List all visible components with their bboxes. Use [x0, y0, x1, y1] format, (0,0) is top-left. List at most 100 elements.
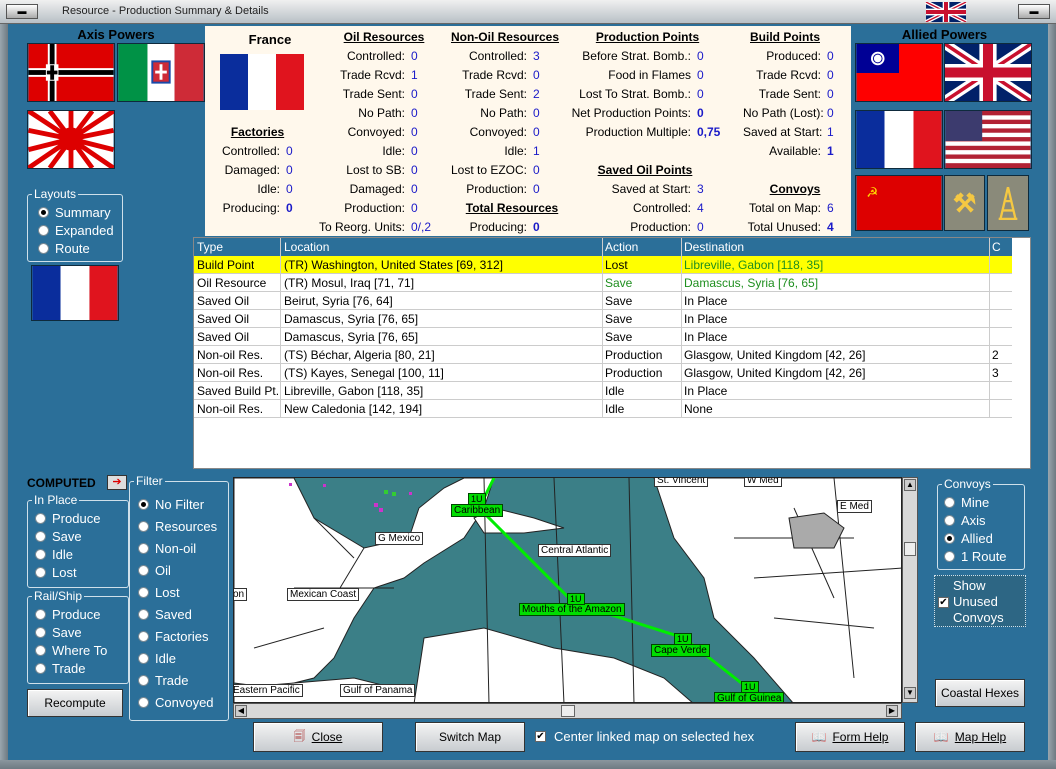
- filter-convoyed-radio[interactable]: Convoyed: [138, 695, 214, 710]
- scroll-right-icon[interactable]: ▶: [886, 705, 898, 717]
- map-region-label[interactable]: W Med: [744, 478, 782, 487]
- horizontal-scroll-thumb[interactable]: [561, 705, 575, 717]
- map-horizontal-scrollbar[interactable]: ◀ ▶: [233, 703, 902, 719]
- convoys-allied-radio[interactable]: Allied: [944, 531, 993, 546]
- inplace-produce-radio[interactable]: Produce: [35, 511, 100, 526]
- filter-non-oil-radio[interactable]: Non-oil: [138, 541, 196, 556]
- nonoil-row: No Path: 0: [435, 106, 539, 120]
- scroll-left-icon[interactable]: ◀: [235, 705, 247, 717]
- filter-no-filter-radio[interactable]: No Filter: [138, 497, 204, 512]
- arrow-right-icon[interactable]: ➔: [107, 475, 127, 490]
- map-region-label[interactable]: Gulf of Panama: [340, 684, 416, 697]
- stat-value: 0: [697, 49, 704, 63]
- table-row[interactable]: Non-oil Res. New Caledonia [142, 194] Idle…: [194, 400, 1012, 418]
- stat-label: Before Strat. Bomb.:: [582, 49, 691, 63]
- china-flag[interactable]: [855, 43, 943, 102]
- filter-lost-radio[interactable]: Lost: [138, 585, 180, 600]
- convoy-unit-badge[interactable]: 1U: [567, 593, 585, 605]
- table-row[interactable]: Saved Oil Beirut, Syria [76, 64] Save In Pl…: [194, 292, 1012, 310]
- col-location[interactable]: Location: [284, 240, 329, 254]
- table-row[interactable]: Saved Build Pt. Libreville, Gabon [118, 3…: [194, 382, 1012, 400]
- mining-icon[interactable]: ⚒: [944, 175, 985, 231]
- col-destination[interactable]: Destination: [684, 240, 744, 254]
- italy-flag[interactable]: [117, 43, 205, 102]
- table-row[interactable]: Build Point (TR) Washington, United State…: [194, 256, 1012, 274]
- usa-flag[interactable]: [944, 110, 1032, 169]
- stat-value: 0: [827, 49, 834, 63]
- map-region-label[interactable]: Mexican Coast: [287, 588, 360, 601]
- table-row[interactable]: Saved Oil Damascus, Syria [76, 65] Save In …: [194, 310, 1012, 328]
- map-region-label[interactable]: St. Vincent: [654, 478, 709, 487]
- switch-map-button[interactable]: Switch Map: [415, 722, 525, 752]
- recompute-button[interactable]: Recompute: [27, 689, 123, 717]
- form-help-button[interactable]: 📖 Form Help: [795, 722, 905, 752]
- table-row[interactable]: Oil Resource (TR) Mosul, Iraq [71, 71] Sav…: [194, 274, 1012, 292]
- pp-section-title: Production Points: [595, 30, 700, 44]
- col-action[interactable]: Action: [605, 240, 638, 254]
- free-france-flag[interactable]: [855, 110, 943, 169]
- selected-country-flag[interactable]: [31, 265, 119, 321]
- table-cell: Production: [605, 366, 663, 380]
- window-control-button[interactable]: ▬: [1018, 4, 1050, 19]
- map-vertical-scrollbar[interactable]: ▲ ▼: [902, 477, 918, 703]
- in-place-title: In Place: [32, 493, 80, 507]
- scroll-down-icon[interactable]: ▼: [904, 687, 916, 699]
- col-c[interactable]: C: [992, 240, 1001, 254]
- world-map[interactable]: St. Vincent W Med E Med G Mexico Central Atl…: [233, 477, 902, 703]
- coastal-hexes-button[interactable]: Coastal Hexes: [935, 679, 1025, 707]
- inplace-idle-radio[interactable]: Idle: [35, 547, 73, 562]
- title-bar[interactable]: ▬ Resource - Production Summary & Detail…: [0, 0, 1056, 24]
- filter-trade-radio[interactable]: Trade: [138, 673, 188, 688]
- convoys-axis-radio[interactable]: Axis: [944, 513, 986, 528]
- ussr-flag[interactable]: ☭: [855, 175, 943, 231]
- railship-save-radio[interactable]: Save: [35, 625, 82, 640]
- layout-expanded-radio[interactable]: Expanded: [38, 223, 114, 238]
- map-region-label[interactable]: G Mexico: [375, 532, 424, 545]
- railship-where-to-radio[interactable]: Where To: [35, 643, 107, 658]
- table-row[interactable]: Non-oil Res. (TS) Kayes, Senegal [100, 11…: [194, 364, 1012, 382]
- sea-area-label[interactable]: Cape Verde: [651, 644, 710, 657]
- convoys-mine-radio[interactable]: Mine: [944, 495, 989, 510]
- inplace-lost-radio[interactable]: Lost: [35, 565, 77, 580]
- center-linked-checkbox[interactable]: ✔: [535, 731, 546, 742]
- railship-produce-radio[interactable]: Produce: [35, 607, 100, 622]
- convoy-unit-badge[interactable]: 1U: [741, 681, 759, 693]
- scroll-up-icon[interactable]: ▲: [904, 479, 916, 491]
- close-button[interactable]: 🗐 Close: [253, 722, 383, 752]
- inplace-save-radio[interactable]: Save: [35, 529, 82, 544]
- help-book-icon: 📖: [811, 730, 827, 744]
- stat-label: Controlled:: [632, 201, 691, 215]
- layout-route-radio[interactable]: Route: [38, 241, 90, 256]
- table-row[interactable]: Saved Oil Damascus, Syria [76, 65] Save In …: [194, 328, 1012, 346]
- layout-summary-radio[interactable]: Summary: [38, 205, 111, 220]
- filter-oil-radio[interactable]: Oil: [138, 563, 171, 578]
- show-unused-convoys-toggle[interactable]: ✔ Show Unused Convoys: [934, 575, 1026, 627]
- sea-area-label[interactable]: Gulf of Guinea: [714, 692, 785, 702]
- map-region-label[interactable]: Eastern Pacific: [234, 684, 303, 697]
- map-region-label[interactable]: E Med: [837, 500, 872, 513]
- convoy-unit-badge[interactable]: 1U: [468, 493, 486, 505]
- railship-trade-radio[interactable]: Trade: [35, 661, 85, 676]
- map-region-label[interactable]: on: [234, 588, 248, 601]
- table-row[interactable]: Non-oil Res. (TS) Béchar, Algeria [80, 21…: [194, 346, 1012, 364]
- sea-area-label[interactable]: Caribbean: [451, 504, 504, 517]
- convoy-unit-badge[interactable]: 1U: [674, 633, 692, 645]
- uk-flag[interactable]: [944, 43, 1032, 102]
- col-type[interactable]: Type: [197, 240, 223, 254]
- japan-flag[interactable]: [27, 110, 115, 169]
- filter-saved-radio[interactable]: Saved: [138, 607, 192, 622]
- germany-flag[interactable]: [27, 43, 115, 102]
- system-menu-button[interactable]: ▬: [6, 4, 38, 19]
- oil-derrick-icon[interactable]: [987, 175, 1029, 231]
- filter-resources-radio[interactable]: Resources: [138, 519, 217, 534]
- filter-factories-radio[interactable]: Factories: [138, 629, 208, 644]
- map-region-label[interactable]: Central Atlantic: [538, 544, 612, 557]
- filter-idle-radio[interactable]: Idle: [138, 651, 176, 666]
- stat-value: 0: [286, 163, 293, 177]
- radio-label: Axis: [961, 513, 986, 528]
- stat-value: 0: [411, 163, 418, 177]
- uk-flag-title-icon: [924, 2, 968, 22]
- convoys-1-route-radio[interactable]: 1 Route: [944, 549, 1007, 564]
- map-help-button[interactable]: 📖 Map Help: [915, 722, 1025, 752]
- vertical-scroll-thumb[interactable]: [904, 542, 916, 556]
